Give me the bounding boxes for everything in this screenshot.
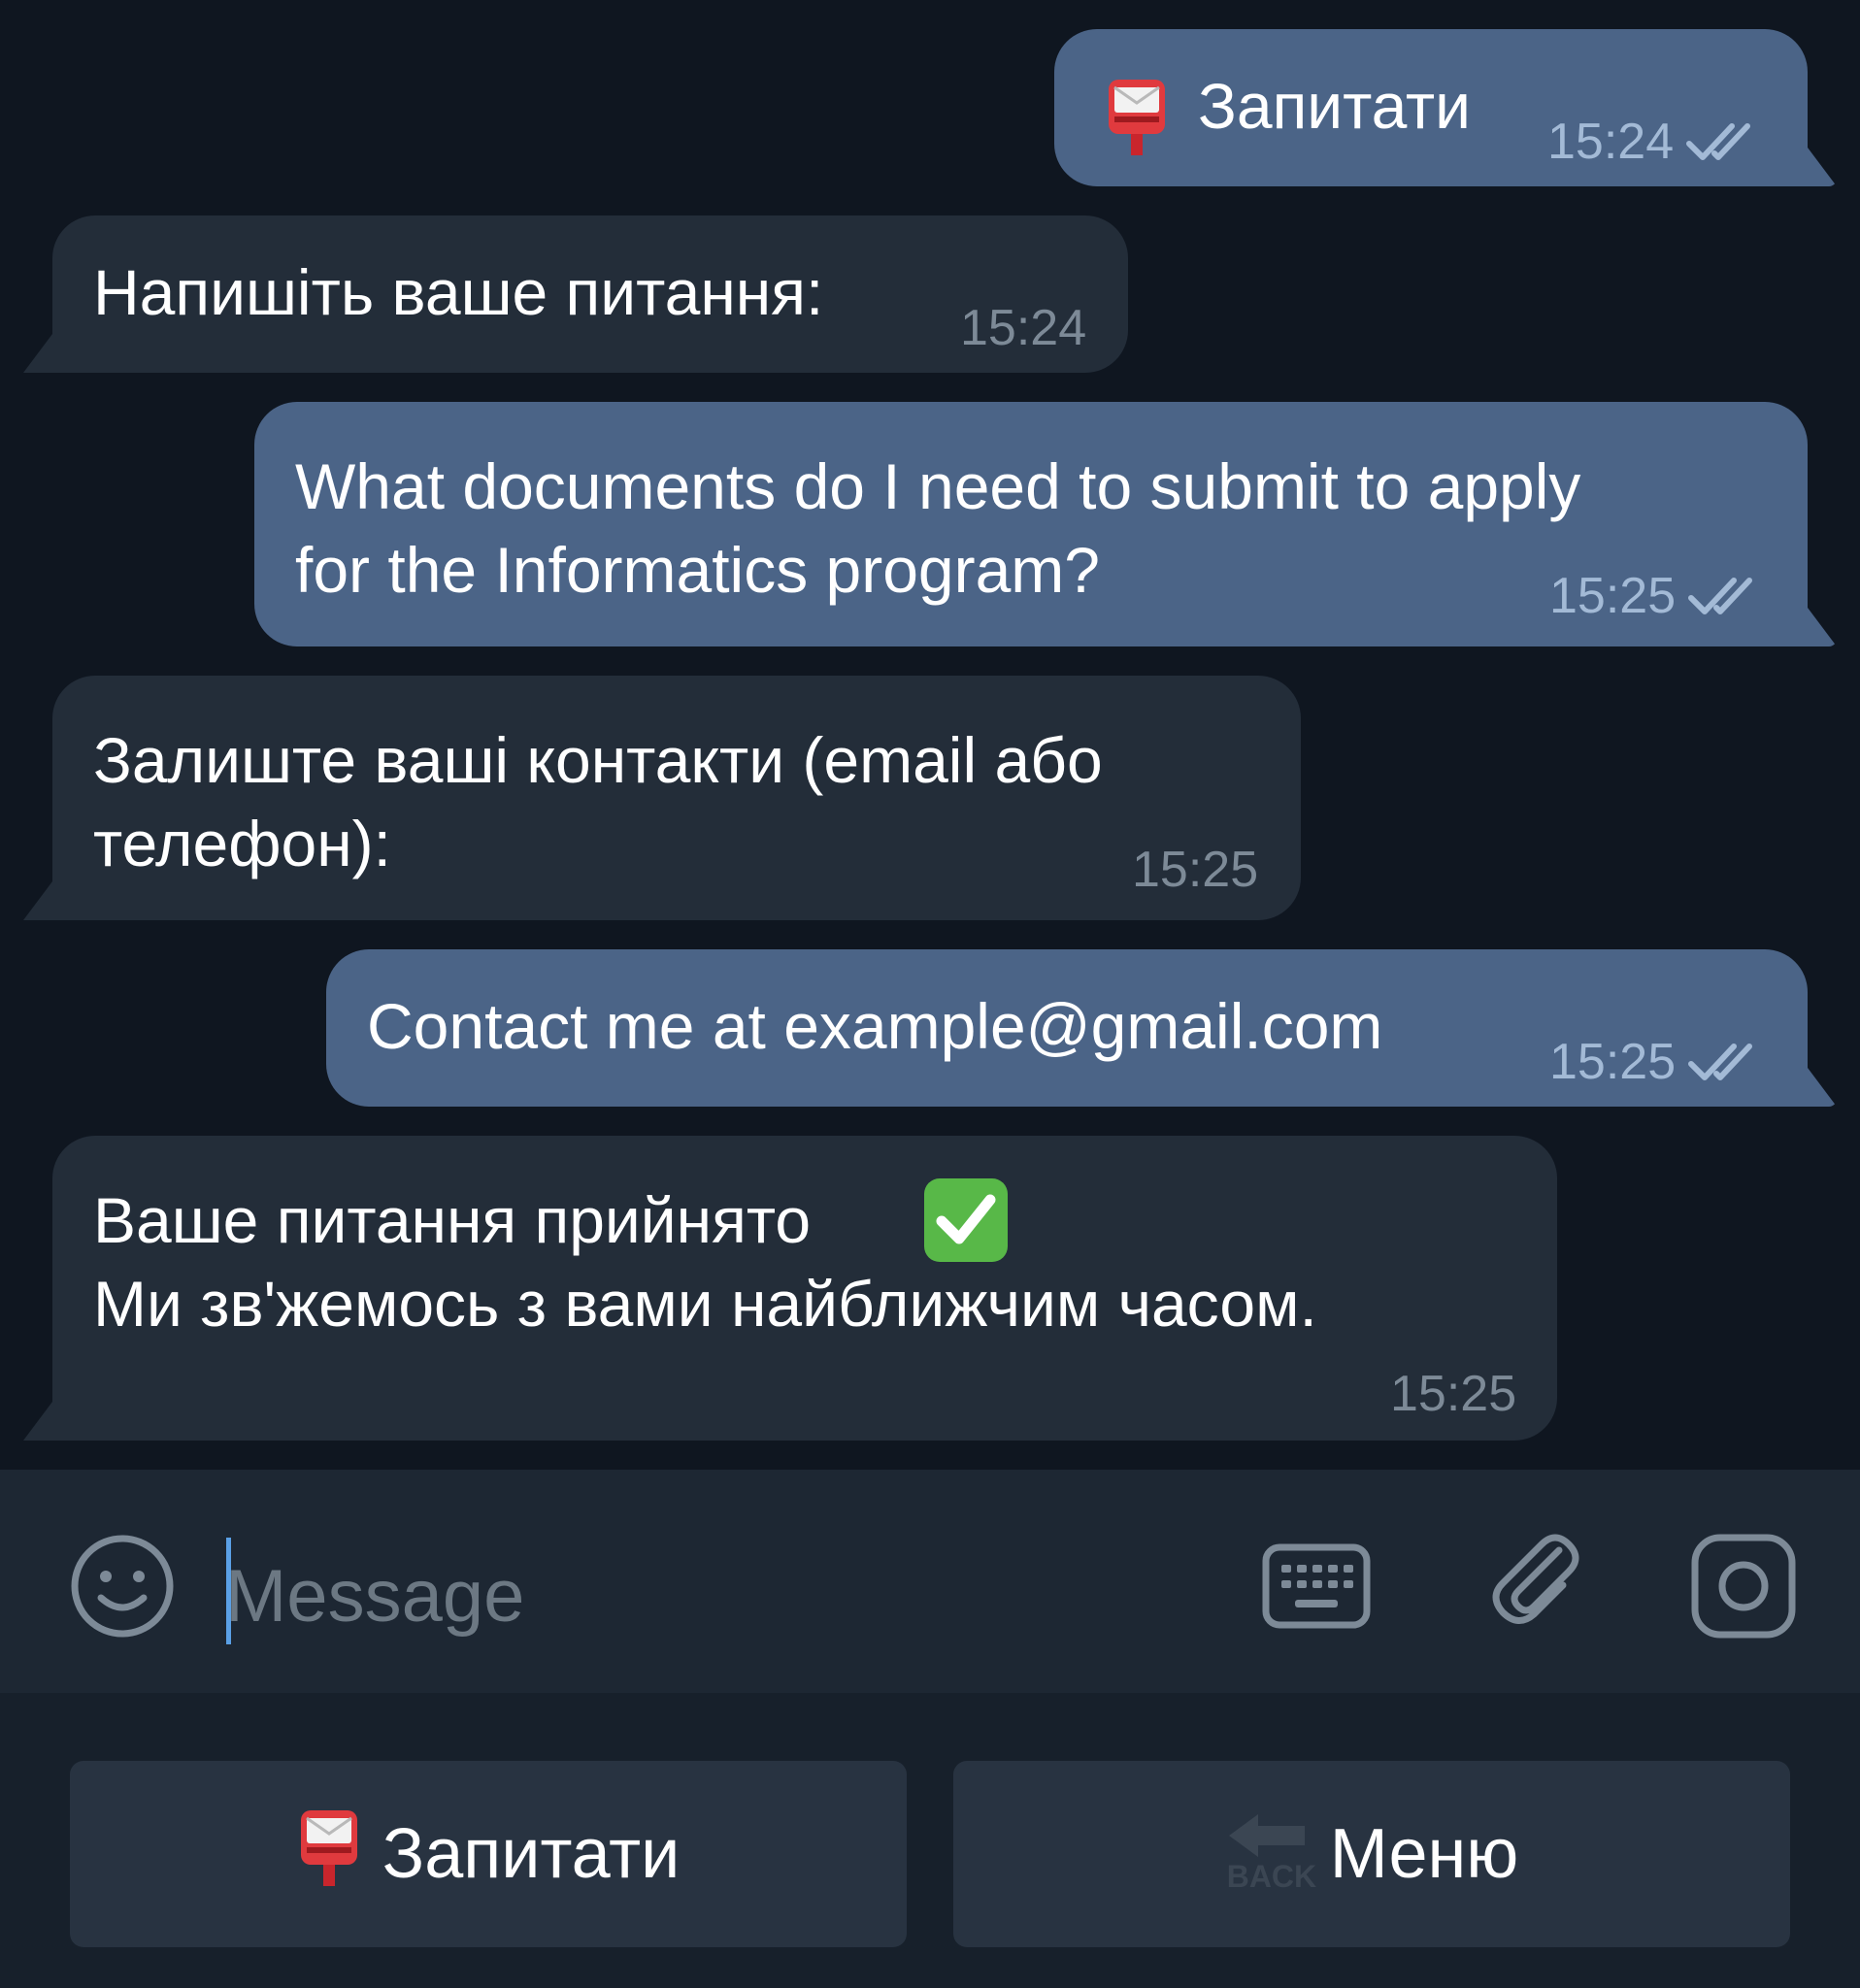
message-meta: 15:25: [1549, 569, 1763, 623]
message-text-line2: Ми зв'жемось з вами найближчим часом.: [93, 1268, 1317, 1340]
message-time: 15:25: [1549, 1034, 1677, 1090]
message-meta: 15:25: [1132, 843, 1258, 897]
camera-icon: [1690, 1533, 1797, 1644]
bot-reply-keyboard: Запитати BACK Меню: [0, 1693, 1860, 1988]
message-meta: 15:24: [1547, 115, 1761, 169]
incoming-message[interactable]: Напишіть ваше питання: 15:24: [52, 215, 1128, 373]
incoming-message[interactable]: Залиште ваші контакти (email або телефон…: [52, 676, 1301, 920]
message-time: 15:25: [1390, 1366, 1517, 1422]
message-text: Запитати: [1198, 70, 1472, 142]
message-input[interactable]: [225, 1547, 1196, 1644]
ask-question-button[interactable]: Запитати: [70, 1761, 907, 1947]
outgoing-message[interactable]: Запитати 15:24: [1054, 29, 1808, 186]
message-text-line1: What documents do I need to submit to ap…: [295, 450, 1581, 522]
message-time: 15:24: [1547, 114, 1675, 170]
message-meta: 15:24: [960, 301, 1086, 355]
attach-button[interactable]: [1478, 1528, 1590, 1644]
message-composer: [0, 1470, 1860, 1693]
message-text-line2: телефон):: [93, 808, 391, 879]
outgoing-message[interactable]: What documents do I need to submit to ap…: [254, 402, 1808, 646]
message-meta: 15:25: [1390, 1367, 1516, 1421]
postbox-icon: [1105, 74, 1169, 177]
message-time: 15:25: [1132, 842, 1259, 898]
menu-button[interactable]: BACK Меню: [953, 1761, 1790, 1947]
back-arrow-icon-text: BACK: [1226, 1859, 1317, 1894]
message-text: Contact me at example@gmail.com: [367, 990, 1383, 1062]
message-meta: 15:25: [1549, 1035, 1763, 1089]
message-text: Напишіть ваше питання:: [93, 256, 824, 328]
smiley-icon: [70, 1534, 175, 1643]
outgoing-message[interactable]: Contact me at example@gmail.com 15:25: [326, 949, 1808, 1107]
double-check-icon: [1685, 120, 1761, 163]
keyboard-icon: [1262, 1543, 1371, 1634]
camera-button[interactable]: [1685, 1532, 1802, 1644]
double-check-icon: [1687, 1041, 1763, 1083]
back-arrow-icon: BACK: [1225, 1810, 1316, 1898]
message-time: 15:24: [960, 300, 1087, 356]
emoji-button[interactable]: [66, 1532, 179, 1644]
button-label: Меню: [1329, 1815, 1519, 1893]
button-label: Запитати: [382, 1815, 681, 1893]
double-check-icon: [1687, 575, 1763, 617]
postbox-icon: [297, 1805, 361, 1905]
message-text-line1: Ваше питання прийнято: [93, 1184, 812, 1256]
message-time: 15:25: [1549, 568, 1677, 624]
paperclip-icon: [1485, 1531, 1582, 1642]
message-text-line2: for the Informatics program?: [295, 534, 1100, 606]
bot-keyboard-button[interactable]: [1260, 1540, 1373, 1637]
chat-history: Запитати 15:24 Напишіть ваше питання: 15…: [0, 0, 1860, 1470]
incoming-message[interactable]: Ваше питання прийнято Ми зв'жемось з вам…: [52, 1136, 1557, 1441]
message-text-line1: Залиште ваші контакти (email або: [93, 724, 1103, 796]
